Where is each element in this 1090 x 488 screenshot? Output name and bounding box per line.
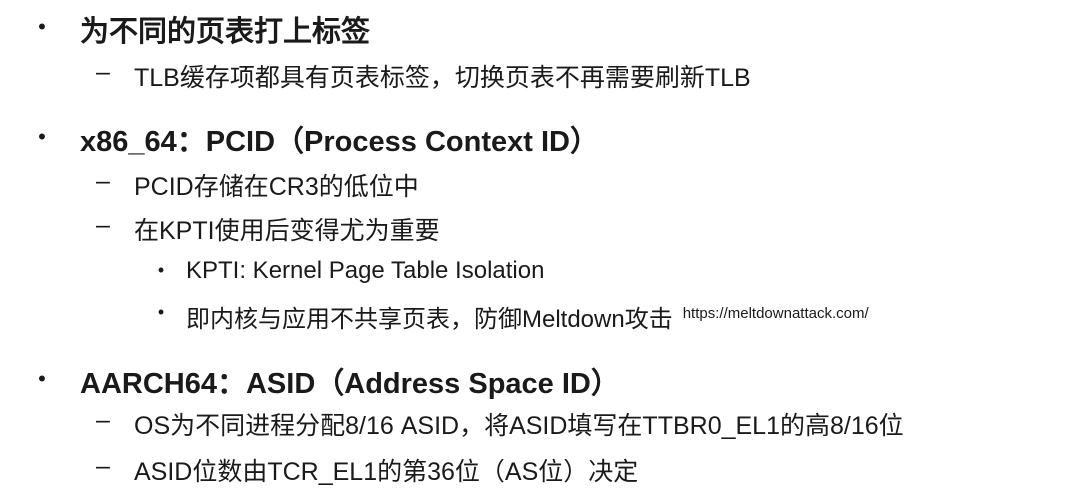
bullet-dot: • xyxy=(157,260,165,280)
bullet-text: 为不同的页表打上标签 xyxy=(80,16,371,48)
bullet-text: KPTI: Kernel Page Table Isolation xyxy=(186,257,545,284)
bullet-dot: • xyxy=(157,302,165,322)
dash-marker: – xyxy=(96,211,110,239)
bullet-text: PCID存储在CR3的低位中 xyxy=(134,173,419,201)
bullet-dot: • xyxy=(38,14,46,39)
bullet-text: 在KPTI使用后变得尤为重要 xyxy=(134,217,440,245)
bullet-text: 即内核与应用不共享页表，防御Meltdown攻击 xyxy=(186,306,673,333)
dash-marker: – xyxy=(96,406,110,434)
meltdown-reference-link[interactable]: https://meltdownattack.com/ xyxy=(683,305,869,322)
bullet-dot: • xyxy=(38,124,46,149)
bullet-text: ASID位数由TCR_EL1的第36位（AS位）决定 xyxy=(134,458,639,486)
bullet-text: TLB缓存项都具有页表标签，切换页表不再需要刷新TLB xyxy=(134,64,751,92)
bullet-text: OS为不同进程分配8/16 ASID，将ASID填写在TTBR0_EL1的高8/… xyxy=(134,412,904,440)
dash-marker: – xyxy=(96,452,110,480)
dash-marker: – xyxy=(96,167,110,195)
bullet-text: x86_64：PCID（Process Context ID） xyxy=(80,126,599,158)
bullet-dot: • xyxy=(38,366,46,391)
bullet-text-with-ref: 即内核与应用不共享页表，防御Meltdown攻击 https://meltdown… xyxy=(186,299,869,334)
dash-marker: – xyxy=(96,58,110,86)
bullet-text: AARCH64：ASID（Address Space ID） xyxy=(80,368,620,400)
